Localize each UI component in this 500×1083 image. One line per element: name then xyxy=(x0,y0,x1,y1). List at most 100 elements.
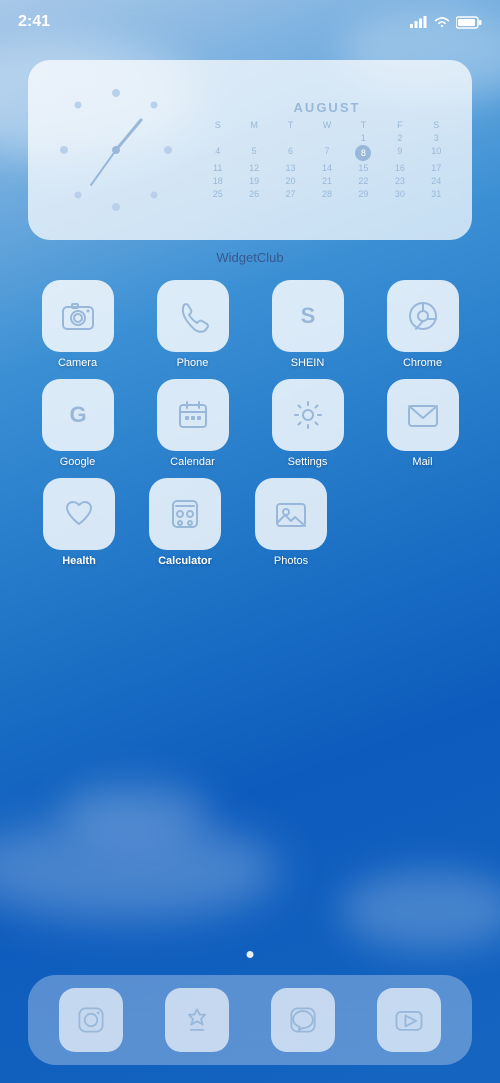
google-icon-bg: G xyxy=(42,379,114,451)
cal-day xyxy=(200,132,235,144)
app-shein[interactable]: S SHEIN xyxy=(263,280,353,369)
time-display: 2:41 xyxy=(18,13,50,31)
cal-day: 7 xyxy=(309,145,344,161)
calendar-widget: AUGUST S M T W T F S 1 2 3 4 5 6 7 8 9 1… xyxy=(186,100,454,200)
calculator-icon xyxy=(166,495,204,533)
cal-header-s2: S xyxy=(419,119,454,131)
app-row-3: Health Calculator xyxy=(20,478,480,567)
cal-header-t1: T xyxy=(273,119,308,131)
cal-day xyxy=(236,132,271,144)
cal-day: 19 xyxy=(236,175,271,187)
cal-day: 2 xyxy=(382,132,417,144)
app-chrome[interactable]: Chrome xyxy=(378,280,468,369)
page-indicator-dot xyxy=(247,951,254,958)
calendar-icon-bg xyxy=(157,379,229,451)
app-photos[interactable]: Photos xyxy=(246,478,336,567)
signal-icon xyxy=(410,16,428,28)
cal-header-m: M xyxy=(236,119,271,131)
cal-day: 28 xyxy=(309,188,344,200)
cal-day: 21 xyxy=(309,175,344,187)
cal-day: 12 xyxy=(236,162,271,174)
cal-day: 13 xyxy=(273,162,308,174)
clock-widget xyxy=(46,75,186,225)
calendar-month: AUGUST xyxy=(200,100,454,115)
app-google[interactable]: G Google xyxy=(33,379,123,468)
cal-day-today: 8 xyxy=(355,145,371,161)
calendar-label: Calendar xyxy=(170,456,215,468)
shein-icon-bg: S xyxy=(272,280,344,352)
cal-day: 11 xyxy=(200,162,235,174)
svg-text:G: G xyxy=(69,402,86,427)
calendar-grid: S M T W T F S 1 2 3 4 5 6 7 8 9 10 11 12 xyxy=(200,119,454,200)
google-icon: G xyxy=(59,396,97,434)
shein-label: SHEIN xyxy=(291,357,325,369)
phone-icon-bg xyxy=(157,280,229,352)
mail-icon-bg xyxy=(387,379,459,451)
chrome-icon-bg xyxy=(387,280,459,352)
app-phone[interactable]: Phone xyxy=(148,280,238,369)
cal-header-w: W xyxy=(309,119,344,131)
cal-day: 4 xyxy=(200,145,235,161)
phone-label: Phone xyxy=(177,357,209,369)
camera-label: Camera xyxy=(58,357,97,369)
wifi-icon xyxy=(433,15,451,29)
settings-icon xyxy=(289,396,327,434)
battery-icon xyxy=(456,16,482,29)
health-icon-bg xyxy=(43,478,115,550)
cal-day: 15 xyxy=(346,162,381,174)
cal-day: 10 xyxy=(419,145,454,161)
cal-day: 27 xyxy=(273,188,308,200)
cal-day: 14 xyxy=(309,162,344,174)
svg-text:S: S xyxy=(300,303,315,328)
chrome-label: Chrome xyxy=(403,357,442,369)
google-label: Google xyxy=(60,456,95,468)
cal-day: 16 xyxy=(382,162,417,174)
cal-day: 30 xyxy=(382,188,417,200)
dock xyxy=(28,975,472,1065)
youtube-icon xyxy=(392,1003,426,1037)
shein-icon: S xyxy=(289,297,327,335)
widget: AUGUST S M T W T F S 1 2 3 4 5 6 7 8 9 1… xyxy=(28,60,472,240)
calculator-icon-bg xyxy=(149,478,221,550)
app-mail[interactable]: Mail xyxy=(378,379,468,468)
app-settings[interactable]: Settings xyxy=(263,379,353,468)
dock-instagram[interactable] xyxy=(59,988,123,1052)
app-row-1: Camera Phone S SHEIN xyxy=(20,280,480,369)
cal-day: 5 xyxy=(236,145,271,161)
cal-day: 25 xyxy=(200,188,235,200)
cal-day: 17 xyxy=(419,162,454,174)
dock-youtube[interactable] xyxy=(377,988,441,1052)
dock-line[interactable] xyxy=(271,988,335,1052)
cal-day: 20 xyxy=(273,175,308,187)
phone-icon xyxy=(174,297,212,335)
status-bar: 2:41 xyxy=(0,0,500,44)
app-grid: Camera Phone S SHEIN xyxy=(20,280,480,577)
app-calculator[interactable]: Calculator xyxy=(140,478,230,567)
mail-icon xyxy=(404,396,442,434)
app-calendar[interactable]: Calendar xyxy=(148,379,238,468)
cal-day: 18 xyxy=(200,175,235,187)
cal-day: 9 xyxy=(382,145,417,161)
widget-club-label: WidgetClub xyxy=(0,250,500,265)
app-row-2: G Google Calendar xyxy=(20,379,480,468)
instagram-icon xyxy=(74,1003,108,1037)
settings-icon-bg xyxy=(272,379,344,451)
photos-label: Photos xyxy=(274,555,308,567)
cal-day: 6 xyxy=(273,145,308,161)
cal-day: 3 xyxy=(419,132,454,144)
cal-day: 23 xyxy=(382,175,417,187)
mail-label: Mail xyxy=(412,456,432,468)
camera-icon xyxy=(59,297,97,335)
cal-header-f: F xyxy=(382,119,417,131)
cal-day xyxy=(309,132,344,144)
settings-label: Settings xyxy=(288,456,328,468)
photos-icon-bg xyxy=(255,478,327,550)
cal-day: 29 xyxy=(346,188,381,200)
app-camera[interactable]: Camera xyxy=(33,280,123,369)
dock-appstore[interactable] xyxy=(165,988,229,1052)
cal-day: 1 xyxy=(346,132,381,144)
cal-header-s1: S xyxy=(200,119,235,131)
app-health[interactable]: Health xyxy=(34,478,124,567)
cal-day: 24 xyxy=(419,175,454,187)
calculator-label: Calculator xyxy=(158,555,212,567)
